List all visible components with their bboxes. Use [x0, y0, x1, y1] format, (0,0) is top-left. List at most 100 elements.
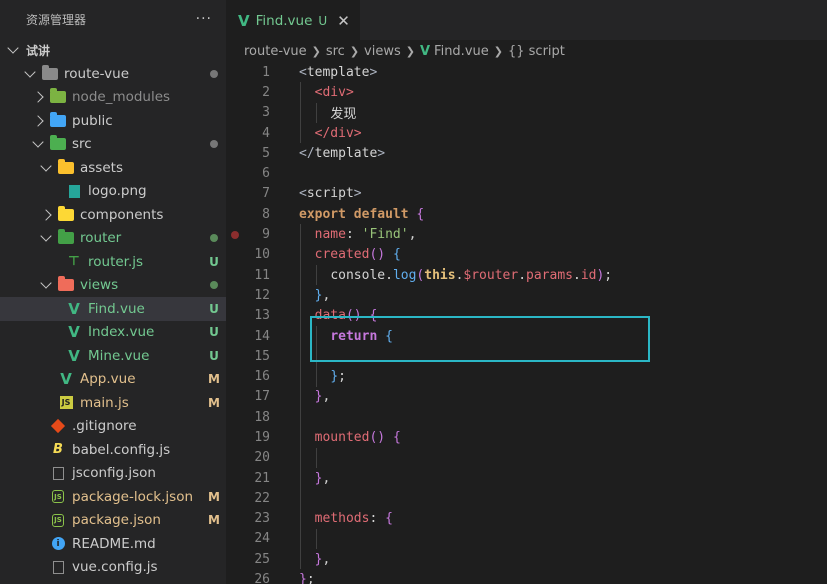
- chevron-down-icon: [40, 277, 52, 289]
- breadcrumb-item[interactable]: views: [364, 44, 401, 59]
- line-number: 21: [254, 470, 270, 486]
- line-number: 3: [262, 105, 270, 121]
- tree-file-logo-png[interactable]: logo.png: [0, 180, 226, 204]
- modified-badge: M: [208, 513, 220, 528]
- breadcrumb-item[interactable]: src: [326, 44, 345, 59]
- tree-label: package-lock.json: [72, 488, 194, 505]
- code-line: 10 created() {: [226, 244, 827, 265]
- tree-file-babel-config[interactable]: B babel.config.js: [0, 438, 226, 462]
- views-folder-icon: [58, 276, 74, 293]
- image-file-icon: [66, 183, 82, 199]
- line-number: 11: [254, 267, 270, 283]
- line-number: 22: [254, 490, 270, 506]
- vue-file-icon: V: [419, 43, 431, 59]
- modified-badge: M: [208, 489, 220, 504]
- tree-file-index-vue[interactable]: V Index.vue U: [0, 321, 226, 345]
- tree-file-jsconfig[interactable]: jsconfig.json: [0, 462, 226, 486]
- untracked-badge: U: [209, 301, 219, 316]
- code-line: 26 };: [226, 569, 827, 584]
- line-number: 17: [254, 389, 270, 405]
- code-text: },: [314, 389, 331, 405]
- tree-label: Index.vue: [88, 324, 155, 341]
- tree-file-package-json[interactable]: JS package.json M: [0, 509, 226, 533]
- chevron-right-icon: ❯: [405, 44, 415, 58]
- node-folder-icon: [50, 88, 66, 105]
- modified-badge: M: [208, 395, 220, 410]
- tree-folder-components[interactable]: components: [0, 203, 226, 227]
- tree-file-find-vue[interactable]: V Find.vue U: [0, 297, 226, 321]
- line-number: 25: [254, 551, 270, 567]
- tree-folder-assets[interactable]: assets: [0, 156, 226, 180]
- tree-label: Find.vue: [88, 300, 145, 317]
- chevron-down-icon: [40, 160, 52, 172]
- tree-folder-route-vue[interactable]: route-vue: [0, 62, 226, 86]
- code-line: 20: [226, 447, 827, 468]
- tree-file-router-js[interactable]: ⊤ router.js U: [0, 250, 226, 274]
- tree-label: node_modules: [72, 89, 171, 106]
- workspace-section-header[interactable]: 试讲: [0, 38, 226, 62]
- code-line: 16 };: [226, 366, 827, 387]
- tree-folder-node-modules[interactable]: node_modules: [0, 86, 226, 110]
- explorer-title: 资源管理器: [26, 12, 87, 27]
- tree-folder-views[interactable]: views: [0, 274, 226, 298]
- folder-icon: [42, 64, 58, 82]
- info-icon: i: [50, 536, 66, 552]
- code-text: name: 'Find',: [314, 227, 417, 243]
- line-number: 15: [254, 348, 270, 364]
- code-line: 3 发现: [226, 102, 827, 123]
- code-line: 1 <template>: [226, 62, 827, 82]
- code-text: };: [330, 369, 346, 385]
- tree-file-main-js[interactable]: JS main.js M: [0, 391, 226, 415]
- chevron-right-icon: [32, 115, 44, 127]
- code-editor[interactable]: 1 <template> 2 <div> 3 发现 4 </div> 5 </t…: [226, 62, 827, 584]
- code-text: <template>: [299, 64, 378, 80]
- breadcrumb-item[interactable]: Find.vue: [434, 44, 489, 59]
- code-line: 24: [226, 528, 827, 550]
- breadcrumb-item[interactable]: {} script: [508, 44, 565, 59]
- code-line: 22: [226, 488, 827, 509]
- code-text: created() {: [314, 247, 401, 263]
- tree-label: vue.config.js: [72, 559, 158, 576]
- tab-find-vue[interactable]: V Find.vue U ✕: [226, 0, 360, 40]
- code-text: export default {: [299, 206, 425, 222]
- code-line: 8 export default {: [226, 204, 827, 224]
- tree-file-gitignore[interactable]: .gitignore: [0, 415, 226, 439]
- line-number: 12: [254, 287, 270, 303]
- code-text: mounted() {: [314, 429, 401, 445]
- untracked-badge: U: [209, 254, 219, 269]
- tree-file-readme[interactable]: i README.md: [0, 532, 226, 556]
- tree-folder-src[interactable]: src: [0, 133, 226, 157]
- breadcrumb-item[interactable]: route-vue: [244, 44, 307, 59]
- git-file-icon: [50, 418, 66, 434]
- chevron-right-icon: ❯: [349, 44, 360, 58]
- tree-label: assets: [80, 159, 123, 176]
- line-number: 20: [254, 450, 270, 466]
- workspace-name: 试讲: [26, 43, 51, 58]
- breakpoint-icon[interactable]: [231, 230, 239, 239]
- tree-folder-public[interactable]: public: [0, 109, 226, 133]
- tree-file-vue-config[interactable]: vue.config.js: [0, 556, 226, 580]
- line-number: 14: [254, 328, 270, 344]
- chevron-right-icon: [40, 209, 52, 221]
- more-actions-icon[interactable]: ···: [196, 11, 212, 27]
- tree-label: router: [80, 230, 122, 247]
- status-dot: [210, 234, 218, 243]
- code-text: methods: {: [314, 511, 393, 527]
- code-line: 4 </div>: [226, 122, 827, 144]
- annotation-highlight-box: [310, 316, 650, 362]
- chevron-down-icon: [40, 230, 52, 242]
- tree-file-mine-vue[interactable]: V Mine.vue U: [0, 344, 226, 368]
- tree-label: Mine.vue: [88, 347, 150, 364]
- tree-folder-router[interactable]: router: [0, 227, 226, 251]
- close-icon[interactable]: ✕: [337, 12, 350, 30]
- code-line: 19 mounted() {: [226, 427, 827, 448]
- code-text: </template>: [299, 145, 386, 161]
- tree-label: .gitignore: [72, 418, 137, 435]
- router-folder-icon: [58, 229, 74, 246]
- tree-file-app-vue[interactable]: V App.vue M: [0, 368, 226, 392]
- line-number: 2: [262, 84, 270, 100]
- code-line: 7 <script>: [226, 184, 827, 204]
- vue-file-icon: V: [68, 299, 80, 318]
- tree-file-package-lock[interactable]: JS package-lock.json M: [0, 485, 226, 509]
- line-number: 4: [262, 125, 270, 141]
